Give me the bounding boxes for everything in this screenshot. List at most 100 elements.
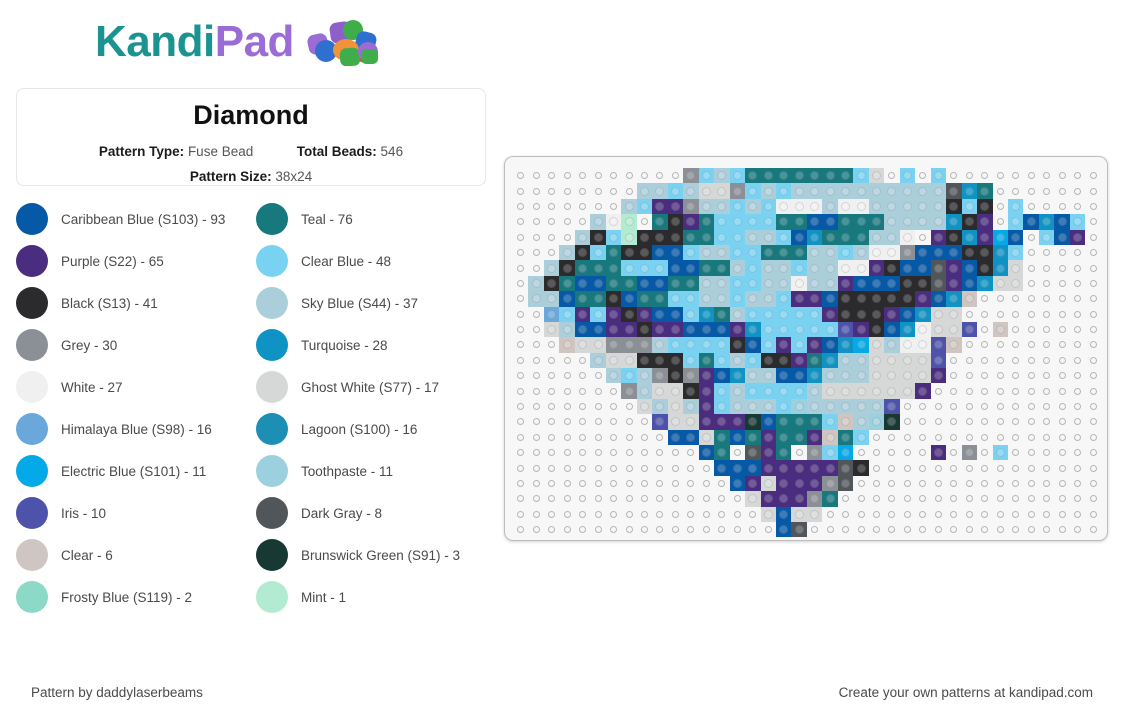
empty-peg-cell[interactable] bbox=[1023, 414, 1038, 429]
empty-peg-cell[interactable] bbox=[1070, 183, 1085, 198]
bead-cell[interactable] bbox=[590, 291, 606, 307]
bead-cell[interactable] bbox=[899, 275, 916, 292]
empty-peg-cell[interactable] bbox=[931, 507, 946, 522]
empty-peg-cell[interactable] bbox=[1039, 276, 1054, 291]
empty-peg-cell[interactable] bbox=[652, 168, 667, 183]
bead-cell[interactable] bbox=[760, 198, 776, 215]
bead-cell[interactable] bbox=[574, 275, 591, 292]
bead-cell[interactable] bbox=[791, 168, 807, 184]
bead-cell[interactable] bbox=[729, 475, 746, 492]
empty-peg-cell[interactable] bbox=[1023, 337, 1038, 352]
bead-cell[interactable] bbox=[667, 368, 684, 384]
empty-peg-cell[interactable] bbox=[1070, 491, 1085, 506]
empty-peg-cell[interactable] bbox=[1039, 399, 1054, 414]
bead-cell[interactable] bbox=[590, 306, 606, 322]
bead-cell[interactable] bbox=[775, 291, 792, 307]
empty-peg-cell[interactable] bbox=[1054, 368, 1069, 383]
bead-cell[interactable] bbox=[806, 429, 823, 446]
empty-peg-cell[interactable] bbox=[1070, 368, 1085, 383]
bead-cell[interactable] bbox=[915, 383, 931, 399]
bead-cell[interactable] bbox=[992, 275, 1008, 292]
empty-peg-cell[interactable] bbox=[606, 491, 621, 506]
empty-peg-cell[interactable] bbox=[513, 491, 528, 506]
bead-cell[interactable] bbox=[915, 352, 931, 369]
empty-peg-cell[interactable] bbox=[1023, 322, 1038, 337]
empty-peg-cell[interactable] bbox=[977, 522, 992, 537]
bead-cell[interactable] bbox=[930, 260, 947, 276]
empty-peg-cell[interactable] bbox=[900, 522, 915, 537]
empty-peg-cell[interactable] bbox=[915, 445, 930, 460]
bead-cell[interactable] bbox=[775, 183, 792, 199]
empty-peg-cell[interactable] bbox=[1023, 383, 1038, 398]
empty-peg-cell[interactable] bbox=[621, 522, 636, 537]
bead-cell[interactable] bbox=[745, 475, 761, 492]
bead-cell[interactable] bbox=[729, 429, 746, 446]
bead-cell[interactable] bbox=[775, 198, 792, 215]
empty-peg-cell[interactable] bbox=[1008, 430, 1023, 445]
bead-cell[interactable] bbox=[775, 460, 792, 476]
bead-cell[interactable] bbox=[822, 260, 838, 276]
bead-cell[interactable] bbox=[822, 445, 838, 461]
bead-cell[interactable] bbox=[775, 445, 792, 461]
bead-cell[interactable] bbox=[652, 260, 668, 276]
bead-cell[interactable] bbox=[930, 291, 947, 307]
bead-cell[interactable] bbox=[605, 352, 622, 369]
empty-peg-cell[interactable] bbox=[559, 214, 574, 229]
bead-cell[interactable] bbox=[760, 445, 776, 461]
bead-cell[interactable] bbox=[899, 306, 916, 322]
bead-cell[interactable] bbox=[868, 306, 885, 322]
empty-peg-cell[interactable] bbox=[513, 353, 528, 368]
bead-cell[interactable] bbox=[992, 445, 1008, 461]
empty-peg-cell[interactable] bbox=[544, 214, 559, 229]
empty-peg-cell[interactable] bbox=[513, 322, 528, 337]
empty-peg-cell[interactable] bbox=[606, 476, 621, 491]
empty-peg-cell[interactable] bbox=[637, 476, 652, 491]
empty-peg-cell[interactable] bbox=[977, 168, 992, 183]
empty-peg-cell[interactable] bbox=[977, 337, 992, 352]
empty-peg-cell[interactable] bbox=[962, 168, 977, 183]
empty-peg-cell[interactable] bbox=[575, 476, 590, 491]
bead-cell[interactable] bbox=[683, 183, 699, 199]
empty-peg-cell[interactable] bbox=[915, 491, 930, 506]
bead-cell[interactable] bbox=[745, 214, 761, 230]
bead-cell[interactable] bbox=[652, 275, 668, 292]
empty-peg-cell[interactable] bbox=[1085, 291, 1100, 306]
empty-peg-cell[interactable] bbox=[1039, 507, 1054, 522]
bead-cell[interactable] bbox=[946, 321, 962, 338]
bead-cell[interactable] bbox=[915, 368, 931, 384]
empty-peg-cell[interactable] bbox=[590, 476, 605, 491]
empty-peg-cell[interactable] bbox=[683, 445, 698, 460]
bead-cell[interactable] bbox=[853, 398, 869, 415]
bead-cell[interactable] bbox=[775, 214, 792, 230]
empty-peg-cell[interactable] bbox=[1039, 383, 1054, 398]
empty-peg-cell[interactable] bbox=[993, 337, 1008, 352]
empty-peg-cell[interactable] bbox=[652, 491, 667, 506]
empty-peg-cell[interactable] bbox=[962, 368, 977, 383]
empty-peg-cell[interactable] bbox=[1054, 430, 1069, 445]
bead-cell[interactable] bbox=[837, 337, 854, 353]
bead-cell[interactable] bbox=[822, 460, 838, 476]
empty-peg-cell[interactable] bbox=[590, 460, 605, 475]
empty-peg-cell[interactable] bbox=[962, 307, 977, 322]
bead-cell[interactable] bbox=[791, 214, 807, 230]
bead-cell[interactable] bbox=[977, 183, 993, 199]
empty-peg-cell[interactable] bbox=[1023, 460, 1038, 475]
empty-peg-cell[interactable] bbox=[637, 414, 652, 429]
bead-cell[interactable] bbox=[745, 198, 761, 215]
bead-cell[interactable] bbox=[868, 214, 885, 230]
bead-cell[interactable] bbox=[899, 168, 916, 184]
bead-cell[interactable] bbox=[853, 368, 869, 384]
bead-cell[interactable] bbox=[837, 414, 854, 430]
empty-peg-cell[interactable] bbox=[1039, 291, 1054, 306]
bead-cell[interactable] bbox=[667, 198, 684, 215]
empty-peg-cell[interactable] bbox=[853, 522, 868, 537]
bead-cell[interactable] bbox=[899, 368, 916, 384]
bead-cell[interactable] bbox=[915, 183, 931, 199]
bead-cell[interactable] bbox=[930, 183, 947, 199]
empty-peg-cell[interactable] bbox=[946, 430, 961, 445]
bead-cell[interactable] bbox=[837, 460, 854, 476]
empty-peg-cell[interactable] bbox=[1070, 291, 1085, 306]
empty-peg-cell[interactable] bbox=[900, 445, 915, 460]
bead-cell[interactable] bbox=[636, 229, 653, 245]
empty-peg-cell[interactable] bbox=[621, 445, 636, 460]
